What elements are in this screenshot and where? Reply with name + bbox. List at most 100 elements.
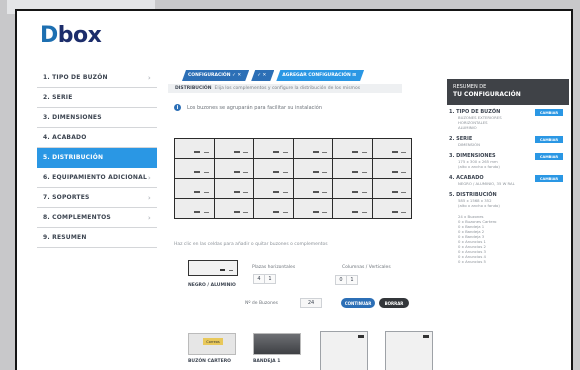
sidebar-step-label: 1. TIPO DE BUZÓN bbox=[43, 74, 108, 81]
mailbox-handle bbox=[391, 211, 398, 213]
mailbox-handle bbox=[352, 151, 359, 153]
sidebar-step-6[interactable]: 6. EQUIPAMIENTO ADICIONAL › bbox=[37, 168, 157, 188]
mailbox-cell[interactable] bbox=[293, 139, 332, 158]
mailbox-handle bbox=[391, 191, 398, 193]
chevron-right-icon: › bbox=[147, 173, 151, 182]
mailbox-cell[interactable] bbox=[293, 179, 332, 198]
mailbox-cell[interactable] bbox=[254, 139, 293, 158]
cambiar-button[interactable]: CAMBIAR bbox=[535, 109, 563, 116]
crumb-add-configuration[interactable]: AGREGAR CONFIGURACIÓN ⊞ bbox=[276, 70, 364, 81]
mailbox-preview[interactable] bbox=[188, 260, 238, 276]
mailbox-grid bbox=[174, 138, 412, 219]
mailbox-lock-icon bbox=[203, 192, 209, 193]
mailbox-lock-icon bbox=[243, 152, 248, 153]
mailbox-lock-icon bbox=[361, 212, 367, 213]
summary-component-count: 0 x Anuncios 5 bbox=[458, 259, 486, 264]
mailbox-lock-icon bbox=[401, 212, 406, 213]
complement-panel[interactable] bbox=[320, 331, 368, 370]
mailbox-handle bbox=[312, 191, 319, 193]
columnas-minus[interactable]: 0 bbox=[336, 277, 346, 283]
mailbox-cell[interactable] bbox=[214, 179, 253, 198]
sidebar-step-8[interactable]: 8. COMPLEMENTOS › bbox=[37, 208, 157, 228]
sidebar-step-3[interactable]: 3. DIMENSIONES bbox=[37, 108, 157, 128]
mailbox-lock-icon bbox=[243, 192, 248, 193]
plazas-minus[interactable]: 4 bbox=[254, 276, 264, 282]
summary-item: 3. DIMENSIONES 175 x 300 x 265 mm (alto x … bbox=[449, 153, 565, 169]
sidebar-step-2[interactable]: 2. SERIE bbox=[37, 88, 157, 108]
mailbox-cell[interactable] bbox=[333, 179, 372, 198]
mailbox-cell[interactable] bbox=[254, 159, 293, 178]
summary-item: 1. TIPO DE BUZÓN BUZONES EXTERIORES HORIZO… bbox=[449, 109, 565, 130]
panel-corner bbox=[358, 335, 364, 338]
mailbox-cell[interactable] bbox=[372, 199, 411, 218]
columnas-stepper[interactable]: 0 1 bbox=[335, 275, 358, 285]
bandeja-thumbnail bbox=[253, 333, 301, 355]
mailbox-handle bbox=[312, 211, 319, 213]
help-text: Haz clic en las celdas para añadir o qui… bbox=[174, 242, 328, 247]
mailbox-lock-icon bbox=[401, 192, 406, 193]
mailbox-cell[interactable] bbox=[175, 139, 214, 158]
mailbox-lock-icon bbox=[243, 172, 248, 173]
mailbox-lock-icon bbox=[401, 172, 406, 173]
mailbox-cell[interactable] bbox=[254, 179, 293, 198]
sidebar-step-label: 9. RESUMEN bbox=[43, 234, 87, 241]
summary-item: 5. DISTRIBUCIÓN 585 x 1568 x 352 (alto x a… bbox=[449, 192, 565, 208]
sidebar-step-label: 4. ACABADO bbox=[43, 134, 87, 141]
mailbox-lock-icon bbox=[361, 192, 367, 193]
chevron-right-icon: › bbox=[147, 213, 151, 222]
configuration-breadcrumbs: CONFIGURACIÓN ✓ ✕ ✓ ✕ AGREGAR CONFIGURAC… bbox=[182, 70, 366, 81]
mailbox-cell[interactable] bbox=[293, 199, 332, 218]
buzones-count-field[interactable]: 24 bbox=[300, 298, 322, 308]
crumb-configuration[interactable]: CONFIGURACIÓN ✓ ✕ bbox=[182, 70, 249, 81]
mailbox-finish-label: NEGRO / ALUMINIO bbox=[188, 283, 236, 288]
buzon-cartero-thumbnail: Correos bbox=[188, 333, 236, 355]
plazas-stepper[interactable]: 4 1 bbox=[253, 274, 276, 284]
mailbox-cell[interactable] bbox=[372, 159, 411, 178]
logo-text: box bbox=[57, 23, 102, 48]
mailbox-cell[interactable] bbox=[175, 179, 214, 198]
summary-item: 4. ACABADO NEGRO / ALUMINIO, 35 W RAL CAMB… bbox=[449, 175, 565, 186]
mailbox-cell[interactable] bbox=[333, 139, 372, 158]
mailbox-handle bbox=[233, 191, 240, 193]
columnas-plus[interactable]: 1 bbox=[347, 277, 357, 283]
mailbox-cell[interactable] bbox=[214, 199, 253, 218]
mailbox-lock-icon bbox=[229, 270, 233, 271]
mailbox-cell[interactable] bbox=[175, 159, 214, 178]
chevron-right-icon: › bbox=[147, 193, 151, 202]
sidebar-step-4[interactable]: 4. ACABADO bbox=[37, 128, 157, 148]
logo-letter-d: D bbox=[40, 23, 58, 48]
complement-label: BANDEJA 1 bbox=[253, 359, 281, 364]
sidebar-step-1[interactable]: 1. TIPO DE BUZÓN › bbox=[37, 68, 157, 88]
mailbox-cell[interactable] bbox=[333, 159, 372, 178]
mailbox-cell[interactable] bbox=[214, 159, 253, 178]
mailbox-cell[interactable] bbox=[214, 139, 253, 158]
plazas-plus[interactable]: 1 bbox=[265, 276, 275, 282]
sidebar-step-7[interactable]: 7. SOPORTES › bbox=[37, 188, 157, 208]
complement-bandeja-1[interactable]: BANDEJA 1 bbox=[253, 333, 301, 364]
borrar-button[interactable]: BORRAR bbox=[379, 298, 409, 308]
complement-buzon-cartero[interactable]: Correos BUZÓN CARTERO bbox=[188, 333, 236, 364]
cambiar-button[interactable]: CAMBIAR bbox=[535, 153, 563, 160]
sidebar-step-label: 7. SOPORTES bbox=[43, 194, 90, 201]
crumb-edit[interactable]: ✓ ✕ bbox=[251, 70, 274, 81]
sidebar-step-9[interactable]: 9. RESUMEN bbox=[37, 228, 157, 248]
mailbox-handle bbox=[352, 171, 359, 173]
sidebar-step-5[interactable]: 5. DISTRIBUCIÓN bbox=[37, 148, 157, 168]
mailbox-lock-icon bbox=[243, 212, 248, 213]
mailbox-lock-icon bbox=[282, 152, 288, 153]
complement-panel[interactable] bbox=[385, 331, 433, 370]
dbox-logo[interactable]: Dbox bbox=[40, 23, 102, 48]
mailbox-cell[interactable] bbox=[254, 199, 293, 218]
mailbox-handle bbox=[194, 171, 201, 173]
mailbox-cell[interactable] bbox=[333, 199, 372, 218]
cambiar-button[interactable]: CAMBIAR bbox=[535, 175, 563, 182]
mailbox-lock-icon bbox=[322, 212, 327, 213]
mailbox-cell[interactable] bbox=[372, 179, 411, 198]
mailbox-handle bbox=[194, 211, 201, 213]
mailbox-cell[interactable] bbox=[372, 139, 411, 158]
mailbox-cell[interactable] bbox=[293, 159, 332, 178]
continuar-button[interactable]: CONTINUAR bbox=[341, 298, 375, 308]
mailbox-lock-icon bbox=[322, 152, 327, 153]
mailbox-cell[interactable] bbox=[175, 199, 214, 218]
cambiar-button[interactable]: CAMBIAR bbox=[535, 136, 563, 143]
